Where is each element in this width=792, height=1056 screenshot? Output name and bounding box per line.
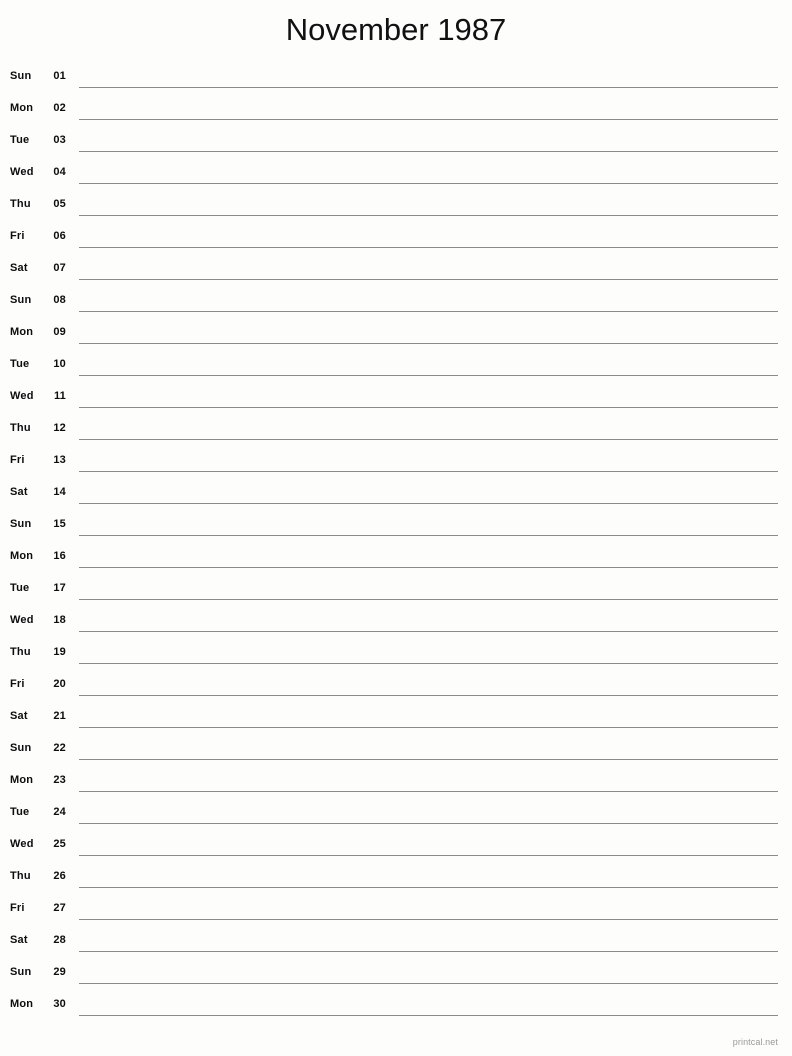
writing-line[interactable] (79, 311, 778, 312)
day-row: Mon 16 (0, 540, 792, 572)
writing-line[interactable] (79, 343, 778, 344)
day-number: 22 (53, 742, 66, 754)
day-number: 23 (53, 774, 66, 786)
writing-line[interactable] (79, 695, 778, 696)
writing-line[interactable] (79, 951, 778, 952)
day-number: 15 (53, 518, 66, 530)
day-number: 25 (53, 838, 66, 850)
writing-line[interactable] (79, 439, 778, 440)
day-row: Mon 09 (0, 316, 792, 348)
writing-line[interactable] (79, 855, 778, 856)
day-number: 17 (53, 582, 66, 594)
day-row: Sat 07 (0, 252, 792, 284)
day-row: Wed 04 (0, 156, 792, 188)
day-number: 10 (53, 358, 66, 370)
day-row: Sat 21 (0, 700, 792, 732)
day-row: Mon 02 (0, 92, 792, 124)
day-row: Sun 08 (0, 284, 792, 316)
day-number: 21 (53, 710, 66, 722)
day-number: 28 (53, 934, 66, 946)
writing-line[interactable] (79, 535, 778, 536)
day-row: Mon 30 (0, 988, 792, 1020)
writing-line[interactable] (79, 791, 778, 792)
writing-line[interactable] (79, 567, 778, 568)
writing-line[interactable] (79, 471, 778, 472)
day-number: 06 (53, 230, 66, 242)
day-row: Wed 18 (0, 604, 792, 636)
writing-line[interactable] (79, 823, 778, 824)
day-list: Sun 01 Mon 02 Tue 03 Wed 04 Thu 05 Fri 06 Sat 07 Sun 08… (0, 60, 792, 1020)
day-row: Thu 19 (0, 636, 792, 668)
day-number: 07 (53, 262, 66, 274)
day-number: 08 (53, 294, 66, 306)
calendar-page: November 1987 Sun 01 Mon 02 Tue 03 Wed 04 Thu 05 F… (0, 0, 792, 1056)
writing-line[interactable] (79, 375, 778, 376)
day-row: Wed 11 (0, 380, 792, 412)
day-number: 29 (53, 966, 66, 978)
writing-line[interactable] (79, 727, 778, 728)
day-row: Fri 27 (0, 892, 792, 924)
writing-line[interactable] (79, 407, 778, 408)
day-row: Wed 25 (0, 828, 792, 860)
day-number: 24 (53, 806, 66, 818)
day-row: Thu 26 (0, 860, 792, 892)
writing-line[interactable] (79, 919, 778, 920)
writing-line[interactable] (79, 631, 778, 632)
day-number: 19 (53, 646, 66, 658)
writing-line[interactable] (79, 599, 778, 600)
day-row: Tue 10 (0, 348, 792, 380)
day-row: Fri 13 (0, 444, 792, 476)
day-number: 26 (53, 870, 66, 882)
writing-line[interactable] (79, 887, 778, 888)
day-row: Tue 17 (0, 572, 792, 604)
writing-line[interactable] (79, 663, 778, 664)
day-number: 05 (53, 198, 66, 210)
day-row: Tue 24 (0, 796, 792, 828)
day-row: Thu 12 (0, 412, 792, 444)
day-row: Sat 28 (0, 924, 792, 956)
day-number: 13 (53, 454, 66, 466)
day-number: 03 (53, 134, 66, 146)
day-number: 02 (53, 102, 66, 114)
day-number: 27 (53, 902, 66, 914)
day-number: 16 (53, 550, 66, 562)
day-row: Sun 22 (0, 732, 792, 764)
day-row: Sun 01 (0, 60, 792, 92)
day-number: 01 (53, 70, 66, 82)
writing-line[interactable] (79, 1015, 778, 1016)
writing-line[interactable] (79, 151, 778, 152)
day-number: 09 (53, 326, 66, 338)
writing-line[interactable] (79, 215, 778, 216)
day-number: 04 (53, 166, 66, 178)
day-number: 30 (53, 998, 66, 1010)
page-title: November 1987 (285, 12, 507, 47)
day-number: 12 (53, 422, 66, 434)
day-number: 20 (53, 678, 66, 690)
writing-line[interactable] (79, 503, 778, 504)
day-row: Mon 23 (0, 764, 792, 796)
day-row: Sat 14 (0, 476, 792, 508)
day-number: 14 (53, 486, 66, 498)
footer-credit: printcal.net (732, 1037, 778, 1047)
writing-line[interactable] (79, 247, 778, 248)
writing-line[interactable] (79, 279, 778, 280)
writing-line[interactable] (79, 983, 778, 984)
day-row: Fri 06 (0, 220, 792, 252)
day-row: Fri 20 (0, 668, 792, 700)
day-row: Sun 15 (0, 508, 792, 540)
writing-line[interactable] (79, 759, 778, 760)
writing-line[interactable] (79, 119, 778, 120)
writing-line[interactable] (79, 87, 778, 88)
day-number: 11 (53, 390, 66, 402)
writing-line[interactable] (79, 183, 778, 184)
day-row: Tue 03 (0, 124, 792, 156)
day-row: Thu 05 (0, 188, 792, 220)
day-number: 18 (53, 614, 66, 626)
day-row: Sun 29 (0, 956, 792, 988)
